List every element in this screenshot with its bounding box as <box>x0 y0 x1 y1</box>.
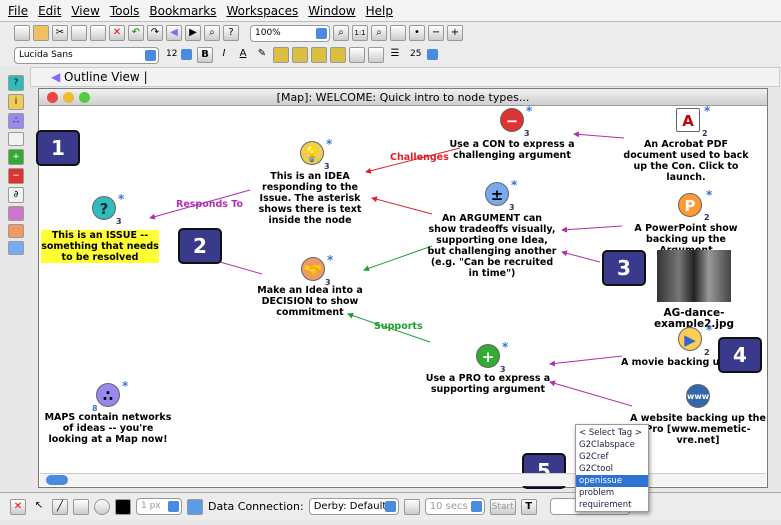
link-label-challenges: Challenges <box>390 152 449 163</box>
tag-option[interactable]: requirement <box>576 499 648 511</box>
link-label-responds-to: Responds To <box>176 199 244 210</box>
no-draw-icon[interactable]: ✕ <box>10 498 26 515</box>
scrollbar-thumb[interactable] <box>46 475 68 485</box>
link-ppt-argument[interactable] <box>561 225 623 233</box>
link-movie-pro[interactable] <box>549 355 623 367</box>
database-icon <box>187 498 203 515</box>
callout-badge-3: 3 <box>602 250 646 286</box>
issue-node-label[interactable]: This is an ISSUE -- something that needs… <box>41 230 159 263</box>
detail-asterisk-icon: * <box>526 104 533 118</box>
tag-option[interactable]: G2Clabspace <box>576 439 648 451</box>
detail-asterisk-icon: * <box>122 379 129 393</box>
link-website-pro[interactable] <box>549 380 633 407</box>
pdf-node-label[interactable]: An Acrobat PDF document used to back up … <box>621 139 751 183</box>
data-connection-select[interactable]: Derby: Default <box>308 498 399 515</box>
dance-image-thumbnail[interactable] <box>657 250 731 302</box>
tag-option[interactable]: problem <box>576 487 648 499</box>
pdf-count: 2 <box>702 129 708 138</box>
con-count: 3 <box>524 129 530 138</box>
issue-count: 3 <box>116 217 122 226</box>
movie-count: 2 <box>704 348 710 357</box>
pro-node-label[interactable]: Use a PRO to express a supporting argume… <box>423 373 553 395</box>
map-node-label[interactable]: MAPS contain networks of ideas -- you're… <box>43 412 173 445</box>
decision-icon[interactable]: 🤝 <box>301 257 325 281</box>
idea-node-label[interactable]: This is an IDEA responding to the Issue.… <box>245 171 375 226</box>
detail-asterisk-icon: * <box>511 178 518 192</box>
link-argument-idea[interactable] <box>371 196 433 215</box>
idea-icon[interactable]: 💡 <box>300 141 324 165</box>
tag-dropdown-menu: < Select Tag > G2Clabspace G2Cref G2Ctoo… <box>575 424 649 512</box>
argument-count: 3 <box>509 203 515 212</box>
tag-button[interactable]: T <box>520 498 537 515</box>
callout-badge-1: 1 <box>36 130 80 166</box>
detail-asterisk-icon: * <box>706 323 713 337</box>
detail-asterisk-icon: * <box>706 188 713 202</box>
data-connection-label: Data Connection: <box>208 500 304 513</box>
argument-icon[interactable]: ± <box>485 182 509 206</box>
ppt-count: 2 <box>704 213 710 222</box>
select-arrow-icon[interactable]: ↖ <box>31 499 47 515</box>
tag-option-selected[interactable]: openissue <box>576 475 648 487</box>
link-image-argument[interactable] <box>561 250 601 263</box>
link-decision-issue[interactable] <box>219 261 263 275</box>
color-swatch[interactable] <box>115 498 131 515</box>
start-button[interactable]: Start <box>489 498 516 515</box>
link-label-supports: Supports <box>374 321 423 332</box>
line-width-select[interactable]: 1 px <box>136 498 182 515</box>
detail-asterisk-icon: * <box>502 340 509 354</box>
detail-asterisk-icon: * <box>327 253 334 267</box>
callout-badge-4: 4 <box>718 337 762 373</box>
circle-icon[interactable] <box>94 498 110 515</box>
issue-icon[interactable]: ? <box>92 196 116 220</box>
con-node-label[interactable]: Use a CON to express a challenging argum… <box>447 139 577 161</box>
bottom-toolbar: ✕ ↖ ╱ 1 px Data Connection: Derby: Defau… <box>0 492 781 520</box>
map-icon[interactable]: ∴ <box>96 383 120 407</box>
tag-option[interactable]: G2Cref <box>576 451 648 463</box>
website-node-label[interactable]: A website backing up the Pro [www.memeti… <box>628 413 768 446</box>
line-icon[interactable]: ╱ <box>52 498 68 515</box>
rectangle-icon[interactable] <box>73 498 89 515</box>
link-argument-decision[interactable] <box>363 245 433 272</box>
detail-asterisk-icon: * <box>326 137 333 151</box>
powerpoint-icon[interactable]: P <box>678 193 702 217</box>
refresh-interval-select[interactable]: 10 secs <box>424 498 485 515</box>
con-icon[interactable]: − <box>500 108 524 132</box>
horizontal-scrollbar[interactable] <box>40 473 766 486</box>
idea-count: 3 <box>324 162 330 171</box>
argument-node-label[interactable]: An ARGUMENT can show tradeoffs visually,… <box>427 213 557 279</box>
refresh-icon[interactable] <box>403 498 420 515</box>
tag-option[interactable]: < Select Tag > <box>576 427 648 439</box>
pdf-icon[interactable]: A <box>676 108 700 132</box>
detail-asterisk-icon: * <box>704 104 711 118</box>
link-pdf-con[interactable] <box>573 131 625 139</box>
detail-asterisk-icon: * <box>118 192 125 206</box>
decision-node-label[interactable]: Make an Idea into a DECISION to show com… <box>255 285 365 318</box>
website-icon[interactable]: www <box>686 384 710 408</box>
pro-icon[interactable]: + <box>476 344 500 368</box>
tag-option[interactable]: G2Ctool <box>576 463 648 475</box>
callout-badge-2: 2 <box>178 228 222 264</box>
movie-icon[interactable]: ▶ <box>678 327 702 351</box>
